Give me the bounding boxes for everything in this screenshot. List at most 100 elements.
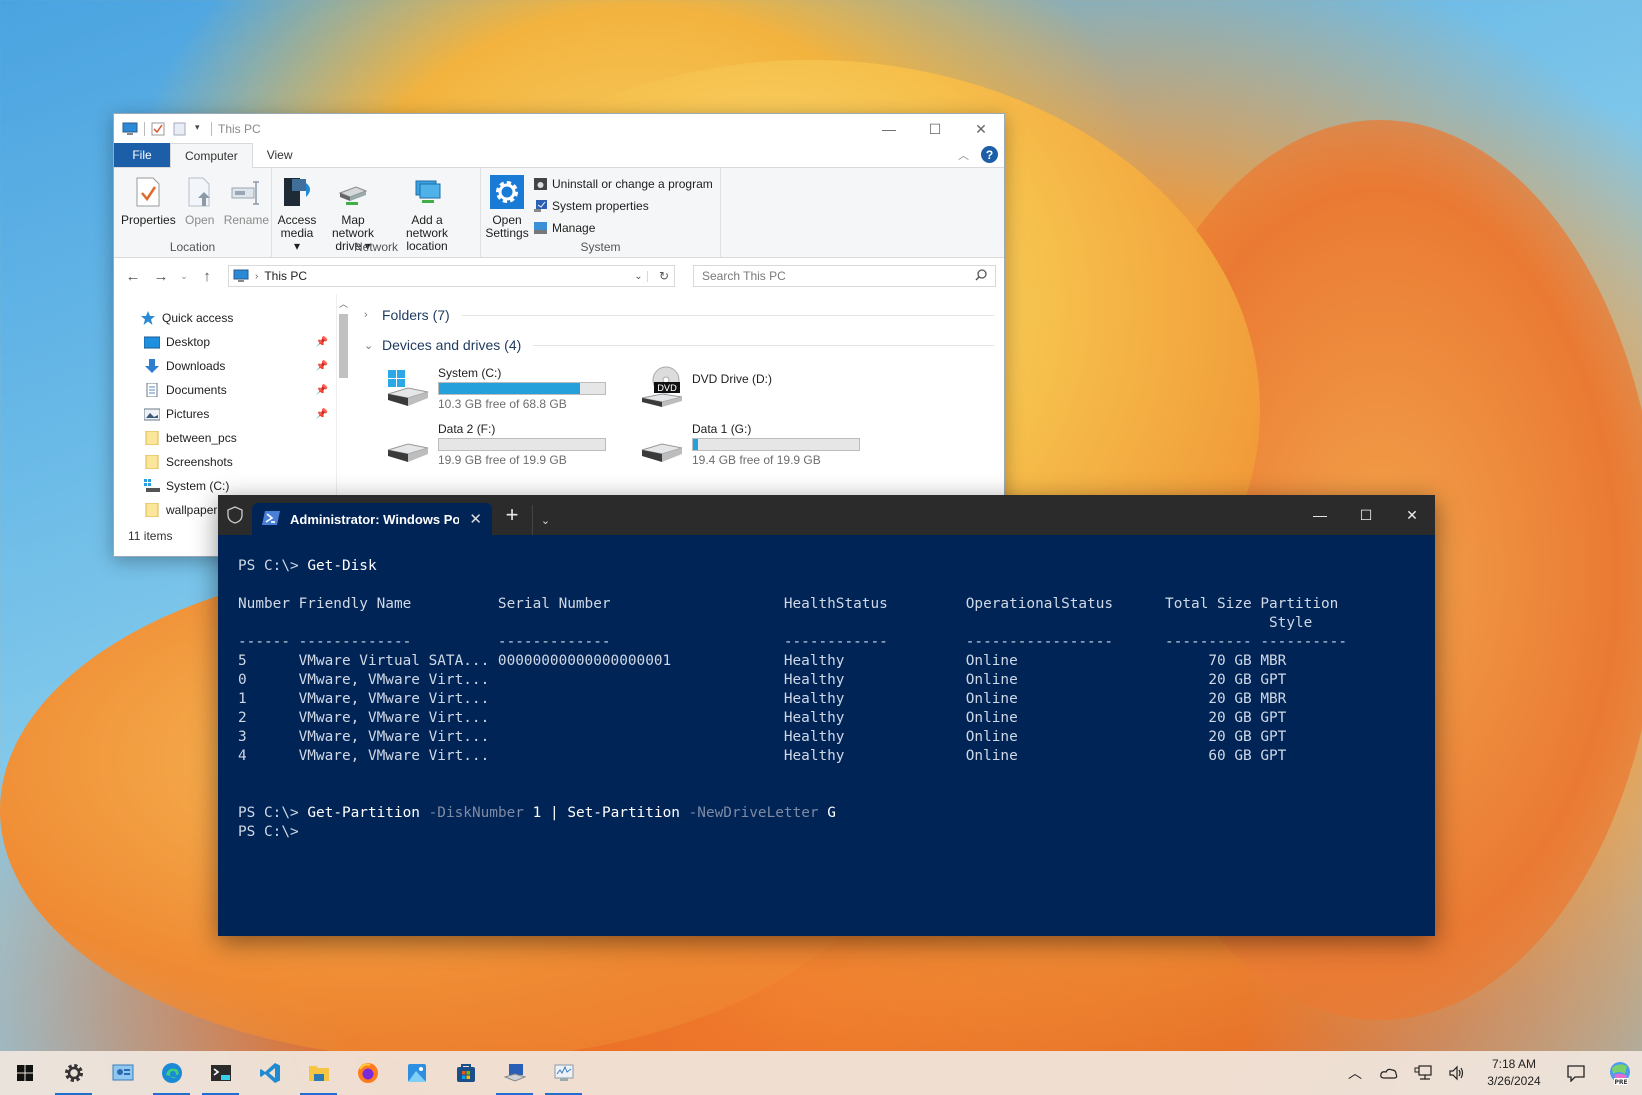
maximize-button[interactable]: ☐ bbox=[1343, 495, 1389, 535]
uninstall-program-button[interactable]: Uninstall or change a program bbox=[533, 175, 713, 192]
taskbar-control-panel[interactable] bbox=[98, 1051, 147, 1095]
tab-dropdown-button[interactable]: ⌄ bbox=[532, 505, 558, 535]
scroll-up-icon[interactable]: ︿ bbox=[337, 294, 350, 310]
close-button[interactable]: ✕ bbox=[958, 114, 1004, 144]
ribbon: Properties Open Rename Location Access m… bbox=[114, 168, 1004, 258]
onedrive-cloud-icon[interactable] bbox=[1372, 1051, 1406, 1095]
manage-button[interactable]: Manage bbox=[533, 219, 713, 236]
taskbar-terminal[interactable] bbox=[196, 1051, 245, 1095]
drive-name: Data 1 (G:) bbox=[692, 422, 752, 436]
copilot-icon[interactable]: PRE bbox=[1598, 1051, 1642, 1095]
taskbar-vscode[interactable] bbox=[245, 1051, 294, 1095]
manage-icon bbox=[533, 221, 548, 235]
show-hidden-icons-chevron-icon[interactable]: ︿ bbox=[1338, 1051, 1372, 1095]
search-input[interactable]: Search This PC bbox=[693, 265, 996, 287]
nav-item-screenshots[interactable]: Screenshots bbox=[114, 450, 336, 474]
system-properties-button[interactable]: System properties bbox=[533, 197, 713, 214]
nav-item-desktop[interactable]: Desktop 📌 bbox=[114, 330, 336, 354]
download-arrow-icon bbox=[144, 359, 160, 373]
prompt: PS C:\> bbox=[238, 824, 299, 840]
settings-gear-icon bbox=[489, 174, 525, 210]
pin-icon[interactable]: 📌 bbox=[316, 385, 328, 396]
taskbar-settings[interactable] bbox=[49, 1051, 98, 1095]
close-tab-icon[interactable]: ✕ bbox=[469, 510, 482, 528]
drive-item[interactable]: DVD DVD Drive (D:) bbox=[638, 364, 892, 412]
pin-icon[interactable]: 📌 bbox=[316, 361, 328, 372]
forward-button[interactable]: → bbox=[150, 268, 172, 285]
cmdlet-get-partition: Get-Partition bbox=[307, 805, 420, 821]
address-dropdown-icon[interactable]: ⌄ bbox=[630, 270, 648, 282]
param-disknumber: -DiskNumber bbox=[428, 805, 524, 821]
network-icon[interactable] bbox=[1406, 1051, 1440, 1095]
drive-item[interactable]: Data 1 (G:) 19.4 GB free of 19.9 GB bbox=[638, 420, 892, 468]
folder-icon bbox=[144, 502, 160, 518]
drive-free-space: 19.9 GB free of 19.9 GB bbox=[438, 453, 567, 467]
customize-quick-access-icon[interactable]: ▾ bbox=[195, 122, 205, 136]
explorer-titlebar[interactable]: ▾ This PC — ☐ ✕ bbox=[114, 114, 1004, 144]
drive-item[interactable]: Data 2 (F:) 19.9 GB free of 19.9 GB bbox=[384, 420, 638, 468]
notifications-icon[interactable] bbox=[1554, 1051, 1598, 1095]
drive-item[interactable]: System (C:) 10.3 GB free of 68.8 GB bbox=[384, 364, 638, 412]
help-icon[interactable]: ? bbox=[981, 146, 998, 163]
uninstall-icon bbox=[533, 177, 548, 191]
drive-name: DVD Drive (D:) bbox=[692, 372, 772, 386]
address-bar[interactable]: › This PC ⌄ ↻ bbox=[228, 265, 675, 287]
minimize-button[interactable]: — bbox=[1297, 495, 1343, 535]
properties-quick-icon[interactable] bbox=[151, 122, 167, 136]
maximize-button[interactable]: ☐ bbox=[912, 114, 958, 144]
tab-computer[interactable]: Computer bbox=[170, 143, 253, 168]
up-button[interactable]: ↑ bbox=[196, 268, 218, 285]
terminal-output[interactable]: PS C:\> Get-Disk Number Friendly Name Se… bbox=[218, 535, 1435, 864]
tab-powershell[interactable]: Administrator: Windows Powe ✕ bbox=[252, 503, 492, 535]
minimize-button[interactable]: — bbox=[866, 114, 912, 144]
taskbar-edge[interactable] bbox=[147, 1051, 196, 1095]
folder-icon bbox=[308, 1066, 329, 1081]
ribbon-tabs: File Computer View ︿ ? bbox=[114, 143, 1004, 168]
system-tray: ︿ 7:18 AM 3/26/2024 PRE bbox=[1338, 1051, 1642, 1095]
clock-time: 7:18 AM bbox=[1491, 1057, 1537, 1071]
nav-item-pictures[interactable]: Pictures 📌 bbox=[114, 402, 336, 426]
scrollbar-thumb[interactable] bbox=[339, 314, 348, 378]
nav-item-quick-access[interactable]: Quick access bbox=[114, 306, 336, 330]
prompt: PS C:\> bbox=[238, 558, 299, 574]
taskbar-store[interactable] bbox=[441, 1051, 490, 1095]
breadcrumb-this-pc[interactable]: This PC bbox=[264, 269, 307, 283]
group-devices[interactable]: ⌄ Devices and drives (4) bbox=[364, 330, 994, 360]
cmdlet-set-partition: Set-Partition bbox=[567, 805, 680, 821]
nav-item-between-pcs[interactable]: between_pcs bbox=[114, 426, 336, 450]
tab-view[interactable]: View bbox=[253, 143, 307, 167]
refresh-icon[interactable]: ↻ bbox=[654, 269, 674, 283]
add-network-location-icon bbox=[409, 174, 445, 210]
table-header-continued: Style bbox=[238, 615, 1313, 631]
clock[interactable]: 7:18 AM 3/26/2024 bbox=[1474, 1056, 1554, 1090]
taskbar-disk-management[interactable] bbox=[490, 1051, 539, 1095]
nav-item-downloads[interactable]: Downloads 📌 bbox=[114, 354, 336, 378]
close-button[interactable]: ✕ bbox=[1389, 495, 1435, 535]
disk-table-row: 3 VMware, VMware Virt... Healthy Online … bbox=[238, 729, 1287, 745]
system-properties-icon bbox=[533, 199, 548, 213]
drive-list: System (C:) 10.3 GB free of 68.8 GB DVD … bbox=[364, 364, 994, 468]
divider bbox=[461, 314, 994, 316]
terminal-titlebar[interactable]: Administrator: Windows Powe ✕ + ⌄ — ☐ ✕ bbox=[218, 495, 1435, 535]
collapse-ribbon-icon[interactable]: ︿ bbox=[958, 147, 969, 163]
group-folders[interactable]: › Folders (7) bbox=[364, 300, 994, 330]
breadcrumb-chevron-icon[interactable]: › bbox=[255, 271, 258, 282]
gear-icon bbox=[64, 1064, 83, 1082]
new-folder-quick-icon[interactable] bbox=[173, 122, 189, 136]
recent-locations-button[interactable]: ⌄ bbox=[178, 271, 190, 282]
volume-icon[interactable] bbox=[1440, 1051, 1474, 1095]
group-title: Folders (7) bbox=[382, 307, 450, 323]
taskbar-performance-monitor[interactable] bbox=[539, 1051, 588, 1095]
back-button[interactable]: ← bbox=[122, 268, 144, 285]
taskbar-file-explorer[interactable] bbox=[294, 1051, 343, 1095]
tab-file[interactable]: File bbox=[114, 143, 170, 167]
start-button[interactable] bbox=[0, 1051, 49, 1095]
pin-icon[interactable]: 📌 bbox=[316, 409, 328, 420]
taskbar-firefox[interactable] bbox=[343, 1051, 392, 1095]
powershell-icon bbox=[262, 510, 280, 528]
taskbar-photos[interactable] bbox=[392, 1051, 441, 1095]
store-icon bbox=[456, 1064, 475, 1082]
nav-item-documents[interactable]: Documents 📌 bbox=[114, 378, 336, 402]
pin-icon[interactable]: 📌 bbox=[316, 337, 328, 348]
new-tab-button[interactable]: + bbox=[492, 495, 532, 535]
